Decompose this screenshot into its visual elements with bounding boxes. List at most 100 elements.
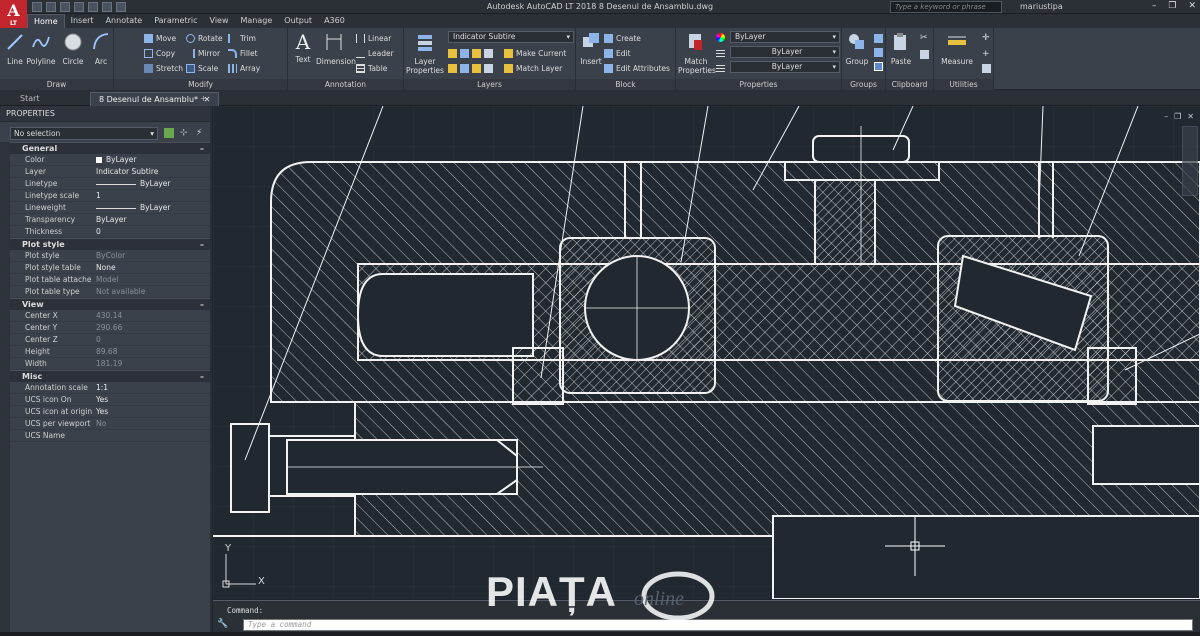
stretch-button[interactable]: Stretch xyxy=(144,62,183,74)
id-point-icon[interactable]: ✛ xyxy=(982,34,991,43)
table-button[interactable]: Table xyxy=(356,62,387,74)
property-value[interactable]: Model xyxy=(92,274,210,285)
application-menu-button[interactable]: A LT xyxy=(0,0,27,28)
group-button[interactable]: Group xyxy=(842,31,872,66)
property-value[interactable]: None xyxy=(92,262,210,273)
property-value[interactable] xyxy=(92,430,210,441)
text-button[interactable]: A Text xyxy=(288,31,318,64)
property-value[interactable]: 89.68 xyxy=(92,346,210,357)
arc-button[interactable]: Arc xyxy=(86,31,116,66)
undo-icon[interactable] xyxy=(102,2,112,12)
block-panel-title[interactable]: Block xyxy=(576,79,675,90)
close-icon[interactable]: ✕ xyxy=(1188,1,1196,11)
viewport-close-icon[interactable]: ✕ xyxy=(1187,112,1194,121)
clipboard-panel-title[interactable]: Clipboard xyxy=(886,79,933,90)
make-current-button[interactable]: Make Current xyxy=(504,47,566,59)
group-select-icon[interactable] xyxy=(874,62,883,71)
insert-block-button[interactable]: Insert xyxy=(576,31,606,66)
layer-properties-button[interactable]: Layer Properties xyxy=(406,31,444,75)
copy-clip-icon[interactable] xyxy=(920,50,929,59)
property-value[interactable]: ByLayer xyxy=(92,202,210,213)
property-row[interactable]: Center X 430.14 xyxy=(10,310,210,322)
model-space-canvas[interactable]: Y X xyxy=(213,106,1200,599)
layers-panel-title[interactable]: Layers xyxy=(404,79,575,90)
minimize-icon[interactable]: – xyxy=(1152,1,1157,11)
property-row[interactable]: Color ByLayer xyxy=(10,154,210,166)
dimension-button[interactable]: Dimension xyxy=(316,31,356,66)
layer-off-icon[interactable] xyxy=(448,48,457,58)
property-value[interactable]: 0 xyxy=(92,334,210,345)
property-value[interactable]: ByLayer xyxy=(92,154,210,165)
groups-panel-title[interactable]: Groups xyxy=(842,79,885,90)
quick-select-icon[interactable]: ⚡ xyxy=(196,128,206,138)
property-row[interactable]: UCS icon On Yes xyxy=(10,394,210,406)
property-value[interactable]: Indicator Subtire xyxy=(92,166,210,177)
linear-dim-button[interactable]: Linear xyxy=(356,32,391,44)
property-value[interactable]: 1:1 xyxy=(92,382,210,393)
paste-button[interactable]: Paste xyxy=(886,31,916,66)
section-plot-style[interactable]: Plot style xyxy=(10,238,210,251)
property-row[interactable]: Transparency ByLayer xyxy=(10,214,210,226)
ungroup-icon[interactable] xyxy=(874,34,883,43)
color-dropdown[interactable]: ByLayer xyxy=(730,31,840,43)
trim-button[interactable]: Trim xyxy=(228,32,256,44)
toggle-pickadd-icon[interactable] xyxy=(164,128,174,138)
property-value[interactable]: 430.14 xyxy=(92,310,210,321)
edit-block-button[interactable]: Edit xyxy=(604,47,631,59)
property-value[interactable]: Yes xyxy=(92,406,210,417)
tab-parametric[interactable]: Parametric xyxy=(148,14,203,28)
property-value[interactable]: ByLayer xyxy=(92,214,210,225)
property-row[interactable]: UCS Name xyxy=(10,430,210,442)
modify-panel-title[interactable]: Modify xyxy=(114,79,287,90)
fillet-button[interactable]: Fillet xyxy=(228,47,258,59)
property-value[interactable]: Yes xyxy=(92,394,210,405)
navigation-bar[interactable] xyxy=(1182,126,1198,196)
property-value[interactable]: ByColor xyxy=(92,250,210,261)
match-layer-button[interactable]: Match Layer xyxy=(504,62,562,74)
match-properties-button[interactable]: Match Properties xyxy=(678,31,716,75)
wrench-icon[interactable]: 🔧 xyxy=(217,619,228,630)
save-icon[interactable] xyxy=(60,2,70,12)
drawing-area[interactable]: Y X – ❐ ✕ xyxy=(213,106,1200,599)
property-row[interactable]: Linetype ByLayer xyxy=(10,178,210,190)
measure-button[interactable]: Measure xyxy=(938,31,976,66)
property-row[interactable]: Plot table type Not available xyxy=(10,286,210,298)
property-value[interactable]: 0 xyxy=(92,226,210,237)
cut-icon[interactable]: ✂ xyxy=(920,34,929,43)
save-as-icon[interactable] xyxy=(74,2,84,12)
layer-lock-icon[interactable] xyxy=(484,48,493,58)
open-file-icon[interactable] xyxy=(46,2,56,12)
property-value[interactable]: Not available xyxy=(92,286,210,297)
property-row[interactable]: Layer Indicator Subtire xyxy=(10,166,210,178)
property-row[interactable]: UCS icon at origin Yes xyxy=(10,406,210,418)
property-row[interactable]: Center Z 0 xyxy=(10,334,210,346)
layer-dropdown[interactable]: Indicator Subtire xyxy=(448,31,574,43)
calculator-icon[interactable] xyxy=(982,64,991,73)
tab-home[interactable]: Home xyxy=(27,14,65,28)
layer-unlock-icon[interactable] xyxy=(484,63,493,73)
layer-isolate-icon[interactable] xyxy=(460,48,469,58)
palette-side-strip[interactable] xyxy=(0,142,10,636)
layer-freeze-icon[interactable] xyxy=(472,48,481,58)
copy-button[interactable]: Copy xyxy=(144,47,175,59)
tab-annotate[interactable]: Annotate xyxy=(100,14,149,28)
group-edit-icon[interactable] xyxy=(874,48,883,57)
print-icon[interactable] xyxy=(88,2,98,12)
tab-output[interactable]: Output xyxy=(278,14,318,28)
move-button[interactable]: Move xyxy=(144,32,176,44)
create-block-button[interactable]: Create xyxy=(604,32,641,44)
scale-button[interactable]: Scale xyxy=(186,62,218,74)
redo-icon[interactable] xyxy=(116,2,126,12)
new-tab-button[interactable]: + xyxy=(196,92,211,106)
property-value[interactable]: ByLayer xyxy=(92,178,210,189)
property-value[interactable]: 290.66 xyxy=(92,322,210,333)
property-row[interactable]: Thickness 0 xyxy=(10,226,210,238)
property-value[interactable]: No xyxy=(92,418,210,429)
lineweight-dropdown[interactable]: ByLayer xyxy=(730,46,840,58)
properties-ribbon-panel-title[interactable]: Properties xyxy=(676,79,841,90)
array-button[interactable]: Array xyxy=(228,62,260,74)
polyline-button[interactable]: Polyline xyxy=(26,31,56,66)
rotate-button[interactable]: Rotate xyxy=(186,32,223,44)
layer-unisolate-icon[interactable] xyxy=(460,63,469,73)
draw-panel-title[interactable]: Draw xyxy=(0,79,113,90)
